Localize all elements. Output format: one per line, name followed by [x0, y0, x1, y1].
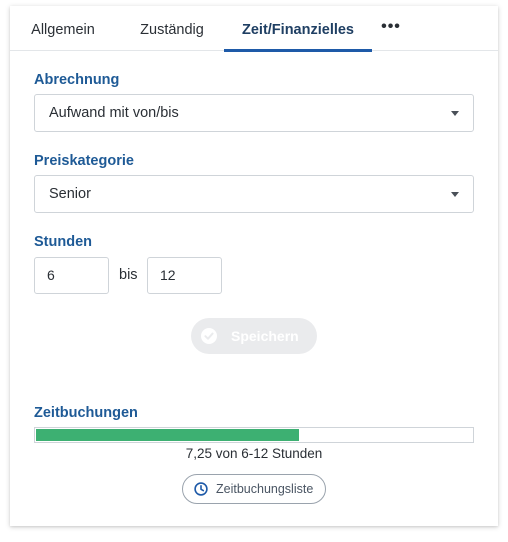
abrechnung-value: Aufwand mit von/bis: [49, 105, 179, 121]
stunden-to-input[interactable]: 12: [147, 257, 222, 294]
preiskategorie-select[interactable]: Senior: [34, 175, 474, 213]
tab-zustaendig[interactable]: Zuständig: [128, 6, 216, 51]
stunden-from-input[interactable]: 6: [34, 257, 109, 294]
stunden-label: Stunden: [34, 234, 92, 250]
save-button-label: Speichern: [231, 328, 299, 344]
more-dots-icon[interactable]: •••: [376, 6, 406, 51]
preiskategorie-label: Preiskategorie: [34, 153, 134, 169]
abrechnung-select[interactable]: Aufwand mit von/bis: [34, 94, 474, 132]
zeitbuchungen-label: Zeitbuchungen: [34, 405, 138, 421]
zeitbuchungen-progress-bar: [34, 427, 474, 443]
details-panel: Allgemein Zuständig Zeit/Finanzielles ••…: [10, 6, 498, 526]
zeitbuchungen-progress-fill: [36, 429, 299, 441]
tab-zeit-finanzielles-label: Zeit/Finanzielles: [242, 22, 354, 38]
save-button[interactable]: Speichern: [191, 318, 317, 354]
caret-down-icon: [451, 111, 459, 116]
zeitbuchungsliste-button-label: Zeitbuchungsliste: [216, 482, 314, 496]
caret-down-icon: [451, 192, 459, 197]
tab-bar: Allgemein Zuständig Zeit/Finanzielles ••…: [10, 6, 498, 52]
zeitbuchungsliste-button[interactable]: Zeitbuchungsliste: [182, 474, 326, 504]
clock-icon: [194, 482, 208, 496]
active-tab-indicator: [224, 49, 372, 52]
zeitbuchungen-progress-text: 7,25 von 6-12 Stunden: [185, 446, 323, 461]
tab-zeit-finanzielles[interactable]: Zeit/Finanzielles: [224, 6, 372, 52]
stunden-separator: bis: [119, 267, 138, 283]
tab-allgemein[interactable]: Allgemein: [18, 6, 108, 51]
abrechnung-label: Abrechnung: [34, 72, 120, 88]
check-circle-icon: [201, 328, 217, 344]
preiskategorie-value: Senior: [49, 186, 91, 202]
